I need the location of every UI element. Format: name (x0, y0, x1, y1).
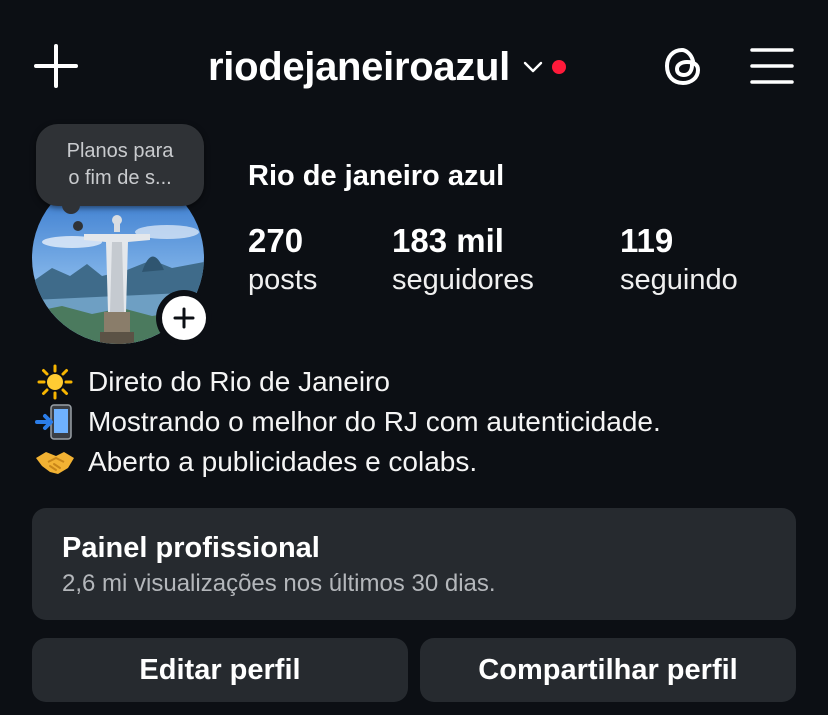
stat-posts[interactable]: 270 posts (248, 222, 317, 300)
edit-profile-button[interactable]: Editar perfil (32, 638, 408, 702)
bio-line: Direto do Rio de Janeiro (34, 362, 814, 402)
username: riodejaneiroazul (208, 44, 510, 89)
note-line-1: Planos para (66, 140, 174, 162)
top-bar: riodejaneiroazul (0, 28, 828, 108)
stat-label: seguindo (620, 264, 738, 296)
note-bubble-tail-small (73, 221, 83, 231)
mobile-phone-arrow-emoji (34, 404, 76, 440)
bio-text: Mostrando o melhor do RJ com autenticida… (88, 406, 661, 437)
chevron-down-icon (523, 61, 543, 73)
threads-icon (665, 48, 700, 85)
sun-emoji (34, 364, 76, 400)
plus-icon (173, 307, 195, 329)
hamburger-menu-icon (750, 48, 794, 84)
note-text: Planos para o fim de s... (36, 138, 204, 192)
stat-label: seguidores (392, 264, 534, 296)
display-name: Rio de janeiro azul (248, 160, 505, 192)
menu-button[interactable] (748, 42, 796, 90)
professional-dashboard-subtitle: 2,6 mi visualizações nos últimos 30 dias… (62, 570, 496, 597)
stat-followers[interactable]: 183 mil seguidores (392, 222, 534, 300)
professional-dashboard-title: Painel profissional (62, 532, 320, 564)
bio-line: Aberto a publicidades e colabs. (34, 442, 814, 482)
stat-value: 119 (620, 222, 674, 259)
notification-dot (551, 60, 566, 74)
account-switcher[interactable]: riodejaneiroazul (208, 42, 566, 92)
bio: Direto do Rio de Janeiro Mostrando o mel… (34, 362, 814, 482)
stat-value: 270 (248, 222, 304, 259)
note-bubble[interactable]: Planos para o fim de s... (36, 124, 204, 206)
create-button[interactable] (30, 40, 82, 92)
plus-icon (34, 44, 78, 88)
bio-text: Direto do Rio de Janeiro (88, 366, 390, 397)
bio-text: Aberto a publicidades e colabs. (88, 446, 478, 477)
add-story-circle (162, 296, 206, 340)
stat-label: posts (248, 264, 318, 296)
share-profile-button[interactable]: Compartilhar perfil (420, 638, 796, 702)
bio-line: Mostrando o melhor do RJ com autenticida… (34, 402, 814, 442)
stat-value: 183 mil (392, 222, 504, 259)
handshake-emoji (34, 444, 76, 480)
professional-dashboard-card[interactable]: Painel profissional 2,6 mi visualizações… (32, 508, 796, 620)
note-bubble-tail (62, 196, 80, 214)
add-story-button[interactable] (156, 290, 212, 346)
stat-following[interactable]: 119 seguindo (620, 222, 738, 300)
profile-page: riodejaneiroazul Planos para o fim de s.… (0, 0, 828, 715)
threads-button[interactable] (660, 42, 708, 90)
note-line-2: o fim de s... (68, 167, 172, 189)
